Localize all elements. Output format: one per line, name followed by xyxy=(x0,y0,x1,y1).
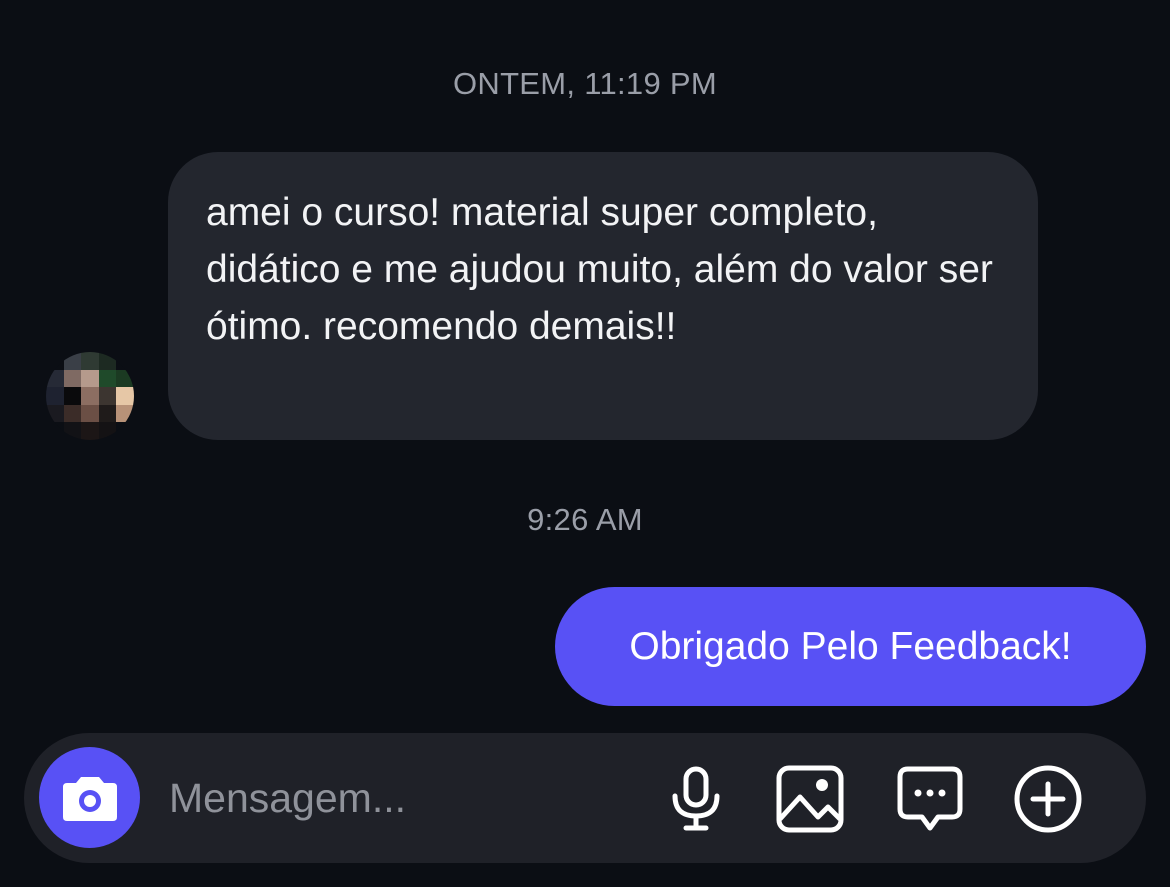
gallery-icon xyxy=(776,765,844,833)
message-composer xyxy=(24,733,1146,863)
camera-icon xyxy=(62,776,117,821)
voice-message-button[interactable] xyxy=(660,763,732,835)
outgoing-message-bubble[interactable]: Obrigado Pelo Feedback! xyxy=(555,587,1146,706)
camera-button[interactable] xyxy=(39,747,140,848)
sticker-button[interactable] xyxy=(894,763,966,835)
microphone-icon xyxy=(672,766,720,831)
incoming-message-bubble[interactable]: amei o curso! material super completo, d… xyxy=(168,152,1038,440)
gallery-button[interactable] xyxy=(774,763,846,835)
dm-thread-screen: ONTEM, 11:19 PM amei o curso! material s… xyxy=(0,0,1170,887)
more-options-button[interactable] xyxy=(1012,763,1084,835)
timestamp-yesterday: ONTEM, 11:19 PM xyxy=(452,66,718,101)
message-input[interactable] xyxy=(169,763,619,833)
timestamp-today: 9:26 AM xyxy=(527,502,643,537)
sender-avatar[interactable] xyxy=(46,352,134,440)
chat-bubble-icon xyxy=(897,766,963,831)
plus-circle-icon xyxy=(1014,765,1082,833)
